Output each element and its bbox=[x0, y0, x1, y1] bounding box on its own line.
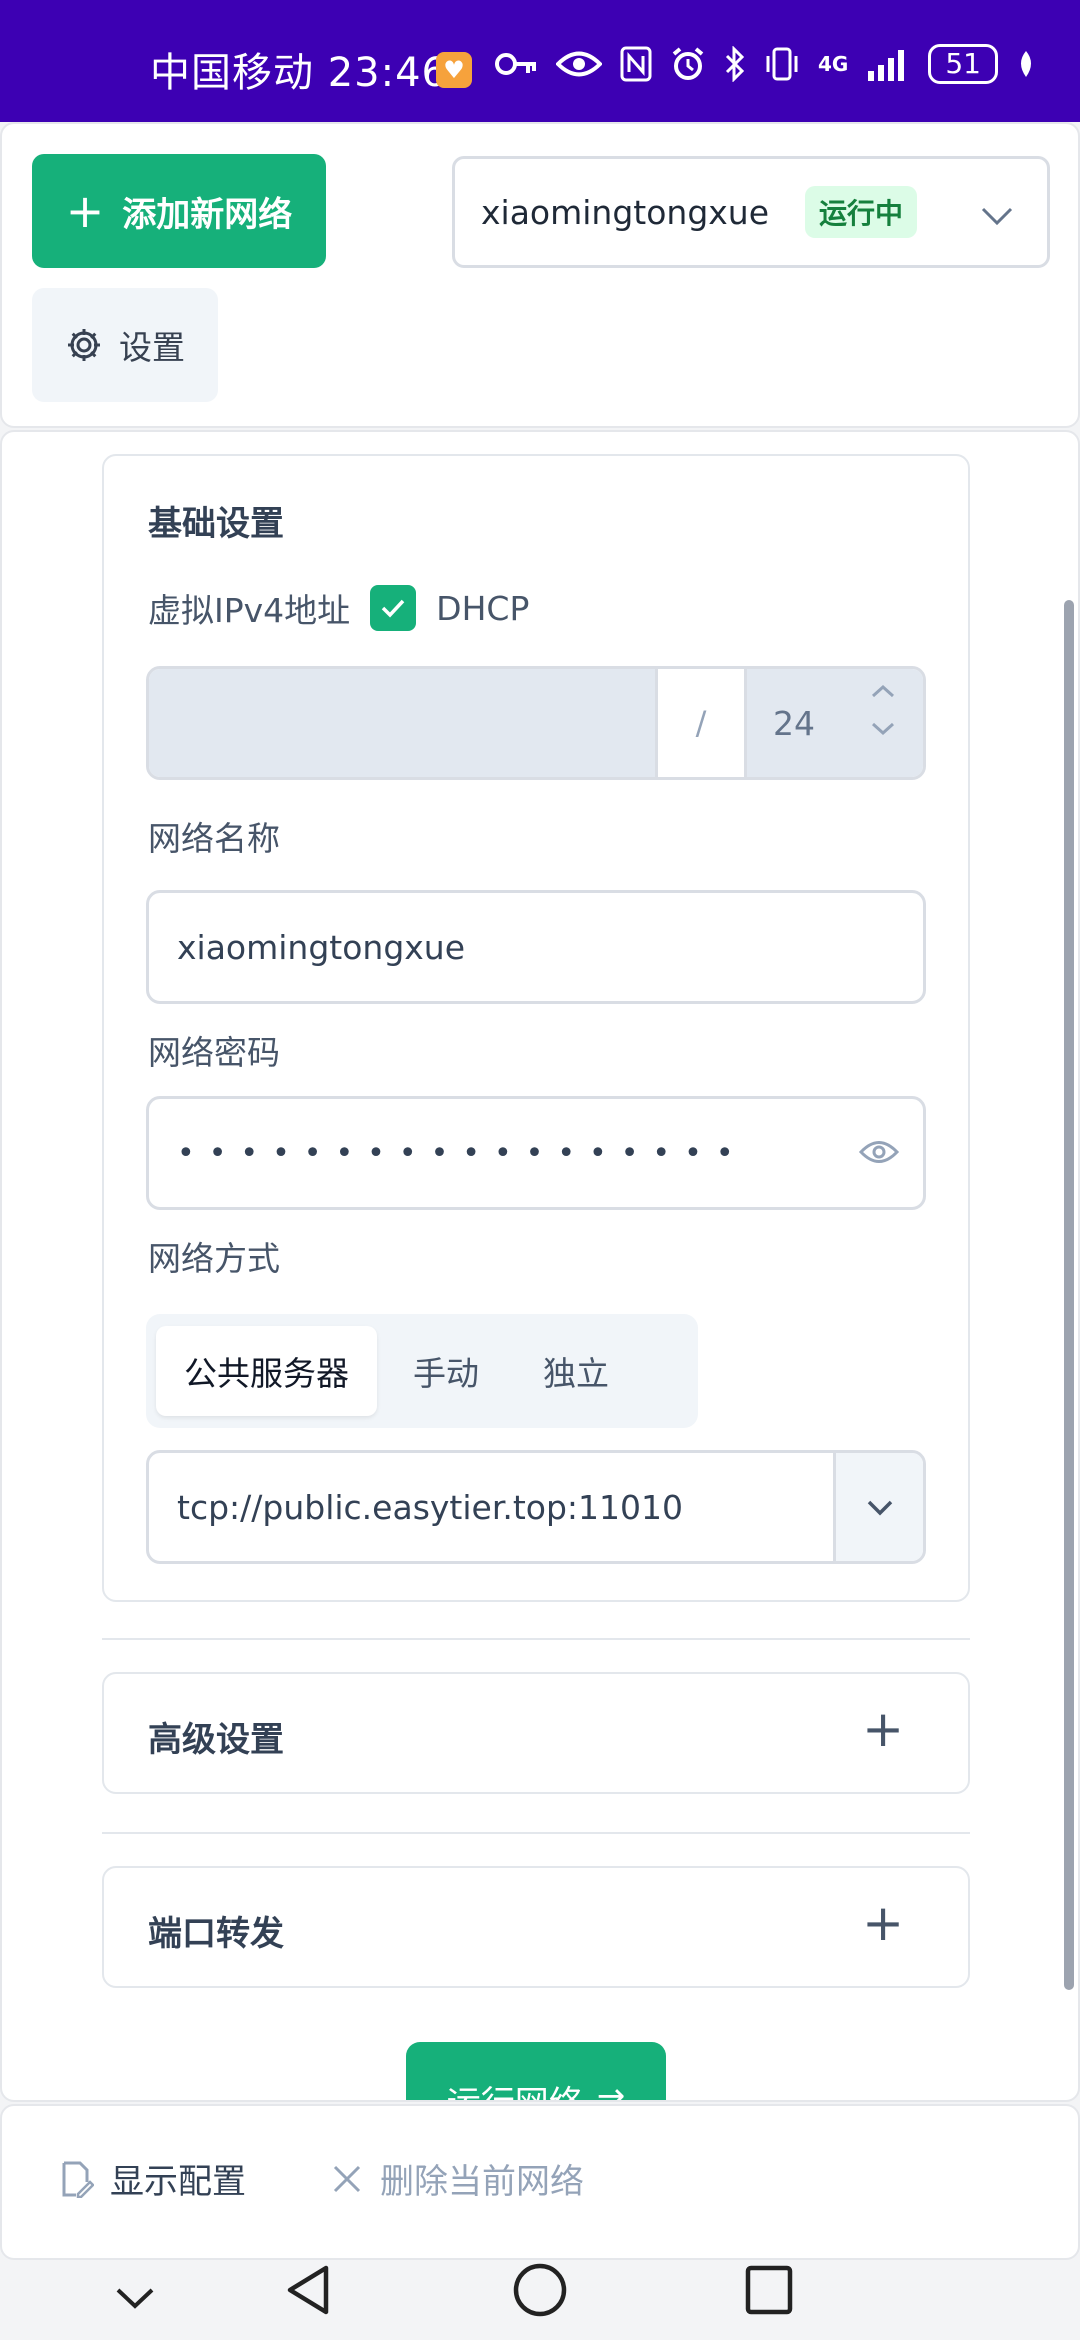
settings-label: 设置 bbox=[119, 328, 185, 367]
expand-plus-icon[interactable]: + bbox=[862, 1704, 904, 1754]
run-network-button[interactable]: 运行网络 → bbox=[406, 2042, 666, 2102]
network-mode-label: 网络方式 bbox=[148, 1239, 280, 1278]
gear-icon bbox=[68, 329, 100, 361]
battery-indicator: 51 bbox=[928, 44, 998, 84]
settings-button[interactable]: 设置 bbox=[32, 288, 218, 402]
plus-icon: + bbox=[65, 184, 105, 238]
bluetooth-icon bbox=[725, 46, 745, 82]
home-icon[interactable] bbox=[512, 2262, 568, 2318]
expand-plus-icon[interactable]: + bbox=[862, 1898, 904, 1948]
network-password-label: 网络密码 bbox=[148, 1033, 280, 1072]
leaf-icon bbox=[1021, 51, 1031, 77]
dhcp-checkbox[interactable] bbox=[370, 585, 417, 631]
add-network-label: 添加新网络 bbox=[122, 194, 293, 235]
chevron-down-icon bbox=[867, 1500, 892, 1516]
basic-settings-title: 基础设置 bbox=[148, 504, 284, 544]
public-server-value[interactable]: tcp://public.easytier.top:11010 bbox=[149, 1453, 833, 1561]
server-dropdown-button[interactable] bbox=[833, 1453, 923, 1561]
ipv4-row: 虚拟IPv4地址 DHCP bbox=[148, 584, 529, 632]
status-bar: 中国移动 23:46 ♥ 4G 51 bbox=[0, 0, 1080, 122]
advanced-settings-panel[interactable]: 高级设置 + bbox=[102, 1672, 970, 1794]
ipv4-label: 虚拟IPv4地址 bbox=[148, 591, 351, 630]
key-icon bbox=[495, 53, 537, 75]
divider bbox=[102, 1638, 970, 1640]
ipv4-input-group: / 24 bbox=[146, 666, 926, 780]
check-icon bbox=[381, 599, 405, 618]
signal-icon bbox=[868, 50, 905, 81]
add-network-button[interactable]: + 添加新网络 bbox=[32, 154, 326, 268]
advanced-settings-title: 高级设置 bbox=[148, 1720, 284, 1760]
network-type: 4G bbox=[818, 52, 849, 76]
divider bbox=[102, 1832, 970, 1834]
netmask-value: 24 bbox=[773, 703, 815, 743]
network-header-card: + 添加新网络 xiaomingtongxue 运行中 设置 bbox=[0, 122, 1080, 428]
back-icon[interactable] bbox=[282, 2262, 336, 2318]
vibrate-icon bbox=[766, 47, 798, 81]
show-config-label: 显示配置 bbox=[110, 2162, 246, 2202]
delete-network-button[interactable]: 删除当前网络 bbox=[330, 2154, 584, 2203]
mode-option-standalone[interactable]: 独立 bbox=[515, 1326, 637, 1416]
network-name-label: 网络名称 bbox=[148, 819, 280, 858]
chevron-down-icon bbox=[981, 207, 1013, 226]
eye-icon[interactable] bbox=[859, 1137, 899, 1167]
mode-option-manual[interactable]: 手动 bbox=[385, 1326, 507, 1416]
netmask-input[interactable]: 24 bbox=[747, 669, 923, 777]
ipv4-address-input[interactable] bbox=[149, 669, 655, 777]
dhcp-label: DHCP bbox=[436, 588, 530, 628]
basic-settings-card: 基础设置 虚拟IPv4地址 DHCP / 24 网络名称 xiaomington… bbox=[102, 454, 970, 1602]
cidr-separator: / bbox=[655, 669, 747, 777]
public-server-select[interactable]: tcp://public.easytier.top:11010 bbox=[146, 1450, 926, 1564]
run-network-label: 运行网络 bbox=[447, 2076, 583, 2100]
alarm-icon bbox=[672, 47, 704, 80]
chevron-up-icon[interactable] bbox=[869, 683, 897, 699]
eye-icon bbox=[556, 51, 603, 77]
delete-network-label: 删除当前网络 bbox=[380, 2162, 584, 2202]
selected-network-name: xiaomingtongxue bbox=[481, 192, 770, 232]
status-icons: 4G 51 bbox=[494, 44, 1036, 84]
netmask-stepper[interactable] bbox=[869, 683, 897, 737]
port-forward-title: 端口转发 bbox=[148, 1914, 284, 1954]
chevron-down-icon[interactable] bbox=[869, 721, 897, 737]
port-forward-panel[interactable]: 端口转发 + bbox=[102, 1866, 970, 1988]
collapse-down-icon[interactable] bbox=[110, 2278, 160, 2318]
network-selector[interactable]: xiaomingtongxue 运行中 bbox=[452, 156, 1050, 268]
file-edit-icon bbox=[62, 2161, 94, 2198]
show-config-button[interactable]: 显示配置 bbox=[56, 2154, 246, 2203]
password-mask: •••••••••••••••••• bbox=[177, 1135, 748, 1171]
carrier-time: 中国移动 23:46 bbox=[150, 50, 448, 96]
close-icon bbox=[333, 2165, 361, 2192]
system-navigation-bar bbox=[0, 2260, 1080, 2340]
nfc-icon bbox=[620, 46, 652, 82]
recents-icon[interactable] bbox=[744, 2264, 794, 2316]
bottom-action-bar: 显示配置 删除当前网络 bbox=[0, 2104, 1080, 2260]
health-app-icon: ♥ bbox=[436, 52, 472, 88]
network-password-input[interactable]: •••••••••••••••••• bbox=[146, 1096, 926, 1210]
network-mode-selector: 公共服务器 手动 独立 bbox=[146, 1314, 698, 1428]
scrollbar[interactable] bbox=[1064, 600, 1074, 1990]
network-name-input[interactable]: xiaomingtongxue bbox=[146, 890, 926, 1004]
status-badge: 运行中 bbox=[805, 186, 918, 238]
mode-option-public-server[interactable]: 公共服务器 bbox=[156, 1326, 377, 1416]
config-panel: 基础设置 虚拟IPv4地址 DHCP / 24 网络名称 xiaomington… bbox=[0, 430, 1080, 2102]
arrow-right-icon: → bbox=[596, 2076, 626, 2102]
